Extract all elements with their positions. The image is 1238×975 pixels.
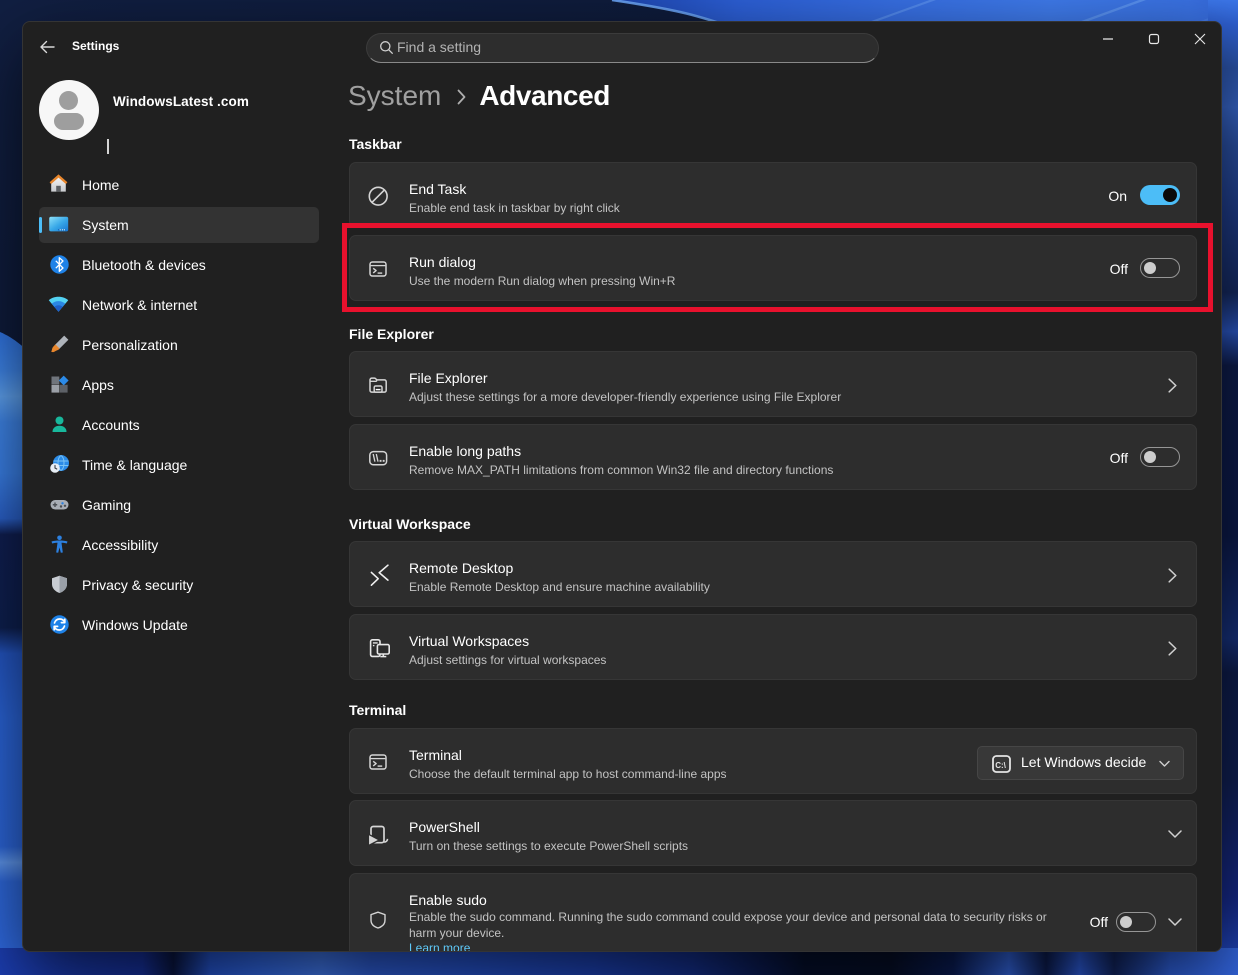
svg-text:C:\: C:\ [995,761,1006,770]
